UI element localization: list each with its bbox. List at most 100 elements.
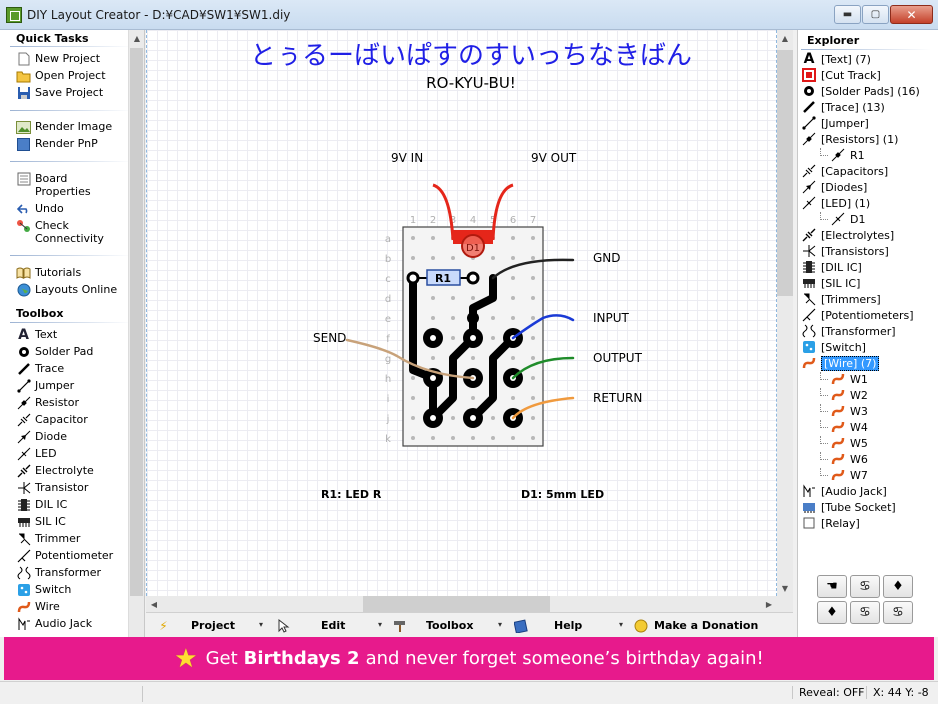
explorer-tree-node[interactable]: [Potentiometers] — [801, 307, 914, 323]
toolbox-menu[interactable]: Toolbox — [393, 613, 473, 638]
explorer-tree-node[interactable]: [Transformer] — [801, 323, 896, 339]
horizontal-scroll-thumb[interactable] — [363, 596, 550, 612]
chevron-down-icon[interactable]: ▾ — [619, 620, 623, 629]
explorer-tree-node[interactable]: [Cut Track] — [801, 67, 881, 83]
chevron-down-icon[interactable]: ▾ — [378, 620, 382, 629]
scroll-right-icon[interactable]: ▶ — [761, 596, 777, 612]
toolbox-item-potentiometer[interactable]: Potentiometer — [16, 549, 113, 566]
canvas-area[interactable]: とぅるーばいぱすのすいっちなきばん RO-KYU-BU! 1234567 abc… — [146, 30, 777, 596]
maximize-button[interactable]: ▢ — [862, 5, 889, 24]
explorer-tree-child[interactable]: W6 — [820, 451, 868, 467]
explorer-tree-child[interactable]: W7 — [820, 467, 868, 483]
board-properties-item[interactable]: Board Properties — [16, 172, 95, 200]
toolbox-item-switch[interactable]: Switch — [16, 583, 71, 600]
explorer-tree-node[interactable]: [DIL IC] — [801, 259, 862, 275]
explorer-tree-node[interactable]: [Jumper] — [801, 115, 869, 131]
project-menu[interactable]: ⚡ Project — [156, 613, 235, 638]
explorer-tree-node[interactable]: [Trace] (13) — [801, 99, 885, 115]
render-image-item[interactable]: Render Image — [16, 120, 112, 137]
close-button[interactable]: ✕ — [890, 5, 933, 24]
toolbox-item-trimmer[interactable]: Trimmer — [16, 532, 80, 549]
canvas-horizontal-scrollbar[interactable]: ◀ ▶ — [146, 596, 777, 612]
open-project-item[interactable]: Open Project — [16, 69, 106, 86]
chevron-down-icon[interactable]: ▾ — [259, 620, 263, 629]
scroll-left-icon[interactable]: ◀ — [146, 596, 162, 612]
explorer-tree-child[interactable]: W5 — [820, 435, 868, 451]
left-scrollbar[interactable]: ▲ — [128, 30, 144, 637]
toolbox-item-jumper[interactable]: Jumper — [16, 379, 74, 396]
left-panel: Quick Tasks New Project Open Project Sav… — [0, 30, 145, 637]
explorer-tree-node[interactable]: [Tube Socket] — [801, 499, 896, 515]
help-menu[interactable]: Help — [513, 613, 582, 638]
toolbox-item-capacitor[interactable]: Capacitor — [16, 413, 88, 430]
circuit-layout[interactable]: とぅるーばいぱすのすいっちなきばん RO-KYU-BU! 1234567 abc… — [147, 30, 777, 596]
canvas-vertical-scrollbar[interactable]: ▲ ▼ — [777, 30, 793, 612]
rotate-button[interactable]: ☚ — [817, 575, 847, 598]
explorer-tree-node[interactable]: [Diodes] — [801, 179, 867, 195]
scroll-up-icon[interactable]: ▲ — [129, 30, 144, 46]
explorer-tree-child[interactable]: W1 — [820, 371, 868, 387]
rotate-button[interactable]: ♦ — [883, 575, 913, 598]
explorer-tree-node[interactable]: [SIL IC] — [801, 275, 860, 291]
toolbox-item-transistor[interactable]: Transistor — [16, 481, 88, 498]
toolbox-item-electrolyte[interactable]: Electrolyte — [16, 464, 94, 481]
toolbox-item-wire[interactable]: Wire — [16, 600, 60, 617]
explorer-tree-node[interactable]: [Electrolytes] — [801, 227, 894, 243]
tutorials-item[interactable]: Tutorials — [16, 266, 81, 283]
explorer-tree-child[interactable]: W3 — [820, 403, 868, 419]
toolbox-item-audio-jack[interactable]: Audio Jack — [16, 617, 92, 634]
render-pnp-item[interactable]: Render PnP — [16, 137, 98, 154]
board-hole — [491, 436, 495, 440]
explorer-tree-child[interactable]: W4 — [820, 419, 868, 435]
explorer-tree-node[interactable]: [Relay] — [801, 515, 860, 531]
layouts-online-item[interactable]: Layouts Online — [16, 283, 117, 300]
toolbox-item-trace[interactable]: Trace — [16, 362, 64, 379]
toolbox-item-sil-ic[interactable]: SIL IC — [16, 515, 66, 532]
explorer-tree-node[interactable]: [Resistors] (1) — [801, 131, 898, 147]
vertical-scroll-thumb[interactable] — [777, 50, 793, 296]
reveal-status[interactable]: Reveal: OFF — [792, 686, 865, 699]
toolbox-item-led[interactable]: LED — [16, 447, 57, 464]
donate-button[interactable]: Make a Donation — [633, 613, 758, 638]
explorer-tree-node[interactable]: [Transistors] — [801, 243, 889, 259]
toolbox-item-text[interactable]: A Text — [16, 328, 57, 345]
left-scroll-thumb[interactable] — [130, 48, 143, 596]
app-icon — [6, 7, 22, 23]
rotate-button[interactable]: ♋ — [850, 575, 880, 598]
column-numbers: 1234567 — [410, 215, 536, 226]
toolbox-item-transformer[interactable]: Transformer — [16, 566, 101, 583]
undo-item[interactable]: Undo — [16, 202, 64, 219]
column-number: 1 — [410, 215, 416, 226]
explorer-tree-child[interactable]: D1 — [820, 211, 865, 227]
explorer-tree-node[interactable]: [LED] (1) — [801, 195, 870, 211]
new-project-item[interactable]: New Project — [16, 52, 100, 69]
toolbox-item-label: Wire — [35, 600, 60, 613]
ad-banner[interactable]: ★ Get Birthdays 2 and never forget someo… — [4, 637, 934, 680]
explorer-tree-node[interactable]: A [Text] (7) — [801, 51, 871, 67]
edit-menu[interactable]: Edit — [276, 613, 345, 638]
rotate-button[interactable]: ♋ — [850, 601, 880, 624]
save-project-item[interactable]: Save Project — [16, 86, 103, 103]
minimize-button[interactable]: ▬ — [834, 5, 861, 24]
scroll-up-icon[interactable]: ▲ — [777, 30, 793, 46]
toolbox-item-resistor[interactable]: Resistor — [16, 396, 79, 413]
toolbox-item-label: Solder Pad — [35, 345, 94, 358]
scroll-down-icon[interactable]: ▼ — [777, 580, 793, 596]
toolbox-item-diode[interactable]: Diode — [16, 430, 67, 447]
explorer-tree-child[interactable]: W2 — [820, 387, 868, 403]
explorer-tree-node[interactable]: [Switch] — [801, 339, 866, 355]
toolbox-item-dil-ic[interactable]: DIL IC — [16, 498, 67, 515]
explorer-tree-node[interactable]: [Wire] (7) — [801, 355, 880, 371]
explorer-tree-child[interactable]: R1 — [820, 147, 865, 163]
chevron-down-icon[interactable]: ▾ — [498, 620, 502, 629]
toolbox-item-solder-pad[interactable]: Solder Pad — [16, 345, 93, 362]
explorer-tree-node[interactable]: [Audio Jack] — [801, 483, 887, 499]
rotate-button[interactable]: ♦ — [817, 601, 847, 624]
explorer-tree-node[interactable]: [Capacitors] — [801, 163, 888, 179]
toolbox-item-label: Trimmer — [35, 532, 81, 545]
board-hole — [531, 416, 535, 420]
check-connectivity-item[interactable]: Check Connectivity — [16, 219, 105, 247]
rotate-button[interactable]: ♋ — [883, 601, 913, 624]
explorer-tree-node[interactable]: [Solder Pads] (16) — [801, 83, 920, 99]
explorer-tree-node[interactable]: [Trimmers] — [801, 291, 881, 307]
